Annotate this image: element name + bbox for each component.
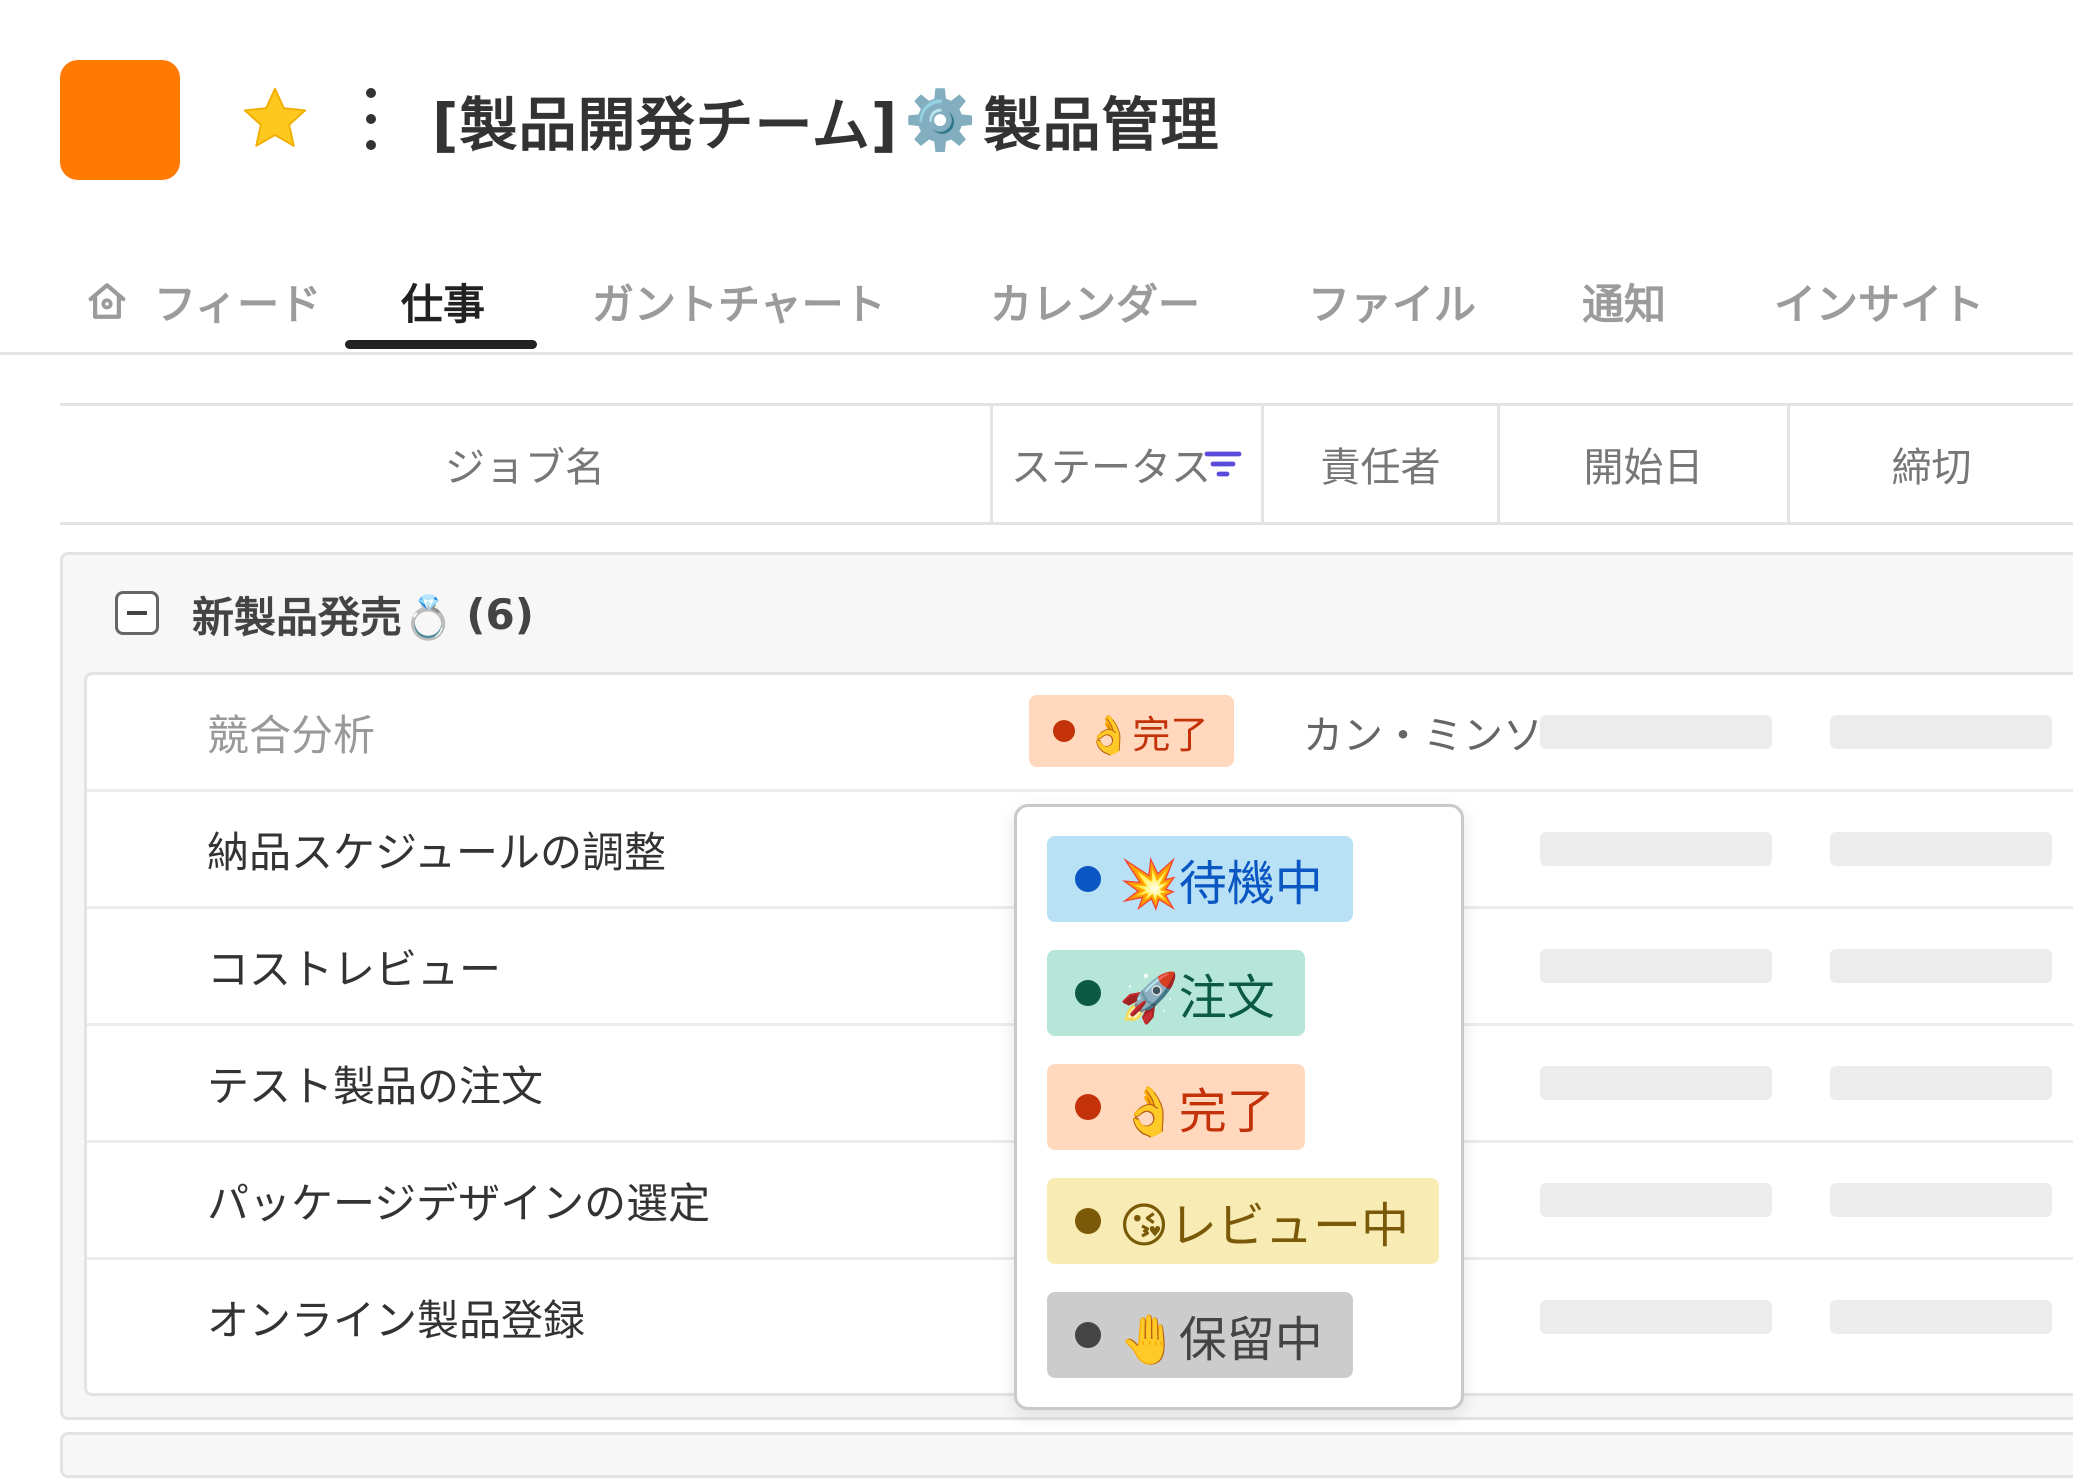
group-name: 新製品発売💍 bbox=[192, 592, 455, 642]
job-name[interactable]: 競合分析 bbox=[207, 675, 375, 789]
start-date-placeholder[interactable] bbox=[1540, 1183, 1772, 1217]
start-date-placeholder[interactable] bbox=[1540, 715, 1772, 749]
status-option-ordered[interactable]: 🚀注文 bbox=[1047, 950, 1305, 1036]
start-date-placeholder[interactable] bbox=[1540, 949, 1772, 983]
project-title-text: [製品開発チーム] bbox=[432, 91, 899, 159]
star-icon[interactable] bbox=[238, 82, 312, 156]
tab-gantt-chart[interactable]: ガントチャート bbox=[592, 250, 886, 352]
start-date-placeholder[interactable] bbox=[1540, 1066, 1772, 1100]
project-logo bbox=[60, 60, 180, 180]
table-row[interactable]: 競合分析 👌完了 カン・ミンソ bbox=[87, 675, 2073, 792]
job-name[interactable]: テスト製品の注文 bbox=[207, 1026, 543, 1140]
column-header-status-label: ステータス bbox=[1011, 445, 1211, 491]
next-task-group bbox=[60, 1432, 2073, 1478]
start-date-placeholder[interactable] bbox=[1540, 1300, 1772, 1334]
status-dot bbox=[1075, 866, 1101, 892]
status-option-on-hold[interactable]: 🤚保留中 bbox=[1047, 1292, 1353, 1378]
job-name[interactable]: オンライン製品登録 bbox=[207, 1260, 585, 1374]
home-icon bbox=[88, 283, 126, 319]
more-options-icon[interactable] bbox=[356, 88, 386, 150]
status-option-label: 💥待機中 bbox=[1119, 856, 1323, 912]
status-option-label: 😘レビュー中 bbox=[1119, 1198, 1410, 1254]
status-option-waiting[interactable]: 💥待機中 bbox=[1047, 836, 1353, 922]
due-date-placeholder[interactable] bbox=[1830, 1183, 2052, 1217]
project-title: [製品開発チーム] ⚙️ 製品管理 bbox=[432, 80, 1220, 160]
column-header-status[interactable]: ステータス bbox=[993, 406, 1261, 522]
tab-files[interactable]: ファイル bbox=[1308, 250, 1476, 352]
group-count: (6) bbox=[466, 589, 534, 639]
due-date-placeholder[interactable] bbox=[1830, 1066, 2052, 1100]
column-header-assignee[interactable]: 責任者 bbox=[1264, 406, 1497, 522]
tab-bar: フィード 仕事 ガントチャート カレンダー ファイル 通知 インサイト bbox=[0, 250, 2073, 355]
column-header-job-name[interactable]: ジョブ名 bbox=[60, 406, 990, 522]
due-date-placeholder[interactable] bbox=[1830, 949, 2052, 983]
status-badge[interactable]: 👌完了 bbox=[1029, 695, 1235, 767]
due-date-placeholder[interactable] bbox=[1830, 1300, 2052, 1334]
tab-work[interactable]: 仕事 bbox=[401, 250, 485, 352]
status-dot bbox=[1053, 720, 1075, 742]
status-option-in-review[interactable]: 😘レビュー中 bbox=[1047, 1178, 1440, 1264]
group-title[interactable]: 新製品発売💍 (6) bbox=[192, 582, 534, 646]
due-date-placeholder[interactable] bbox=[1830, 715, 2052, 749]
status-option-label: 🚀注文 bbox=[1119, 970, 1275, 1026]
collapse-group-button[interactable] bbox=[115, 591, 159, 635]
column-header-start-date[interactable]: 開始日 bbox=[1500, 406, 1787, 522]
status-dot bbox=[1075, 1094, 1101, 1120]
active-tab-indicator bbox=[345, 340, 537, 349]
tab-insights[interactable]: インサイト bbox=[1774, 250, 1984, 352]
gear-icon: ⚙️ bbox=[904, 85, 978, 154]
job-name[interactable]: パッケージデザインの選定 bbox=[207, 1143, 710, 1257]
status-dot bbox=[1075, 1208, 1101, 1234]
tab-calendar[interactable]: カレンダー bbox=[990, 250, 1200, 352]
job-name[interactable]: コストレビュー bbox=[207, 909, 501, 1023]
status-dot bbox=[1075, 1322, 1101, 1348]
tab-notifications[interactable]: 通知 bbox=[1582, 250, 1666, 352]
status-option-label: 👌完了 bbox=[1119, 1084, 1275, 1140]
status-dot bbox=[1075, 980, 1101, 1006]
tab-feed[interactable]: フィード bbox=[84, 250, 321, 352]
start-date-placeholder[interactable] bbox=[1540, 832, 1772, 866]
status-label: 👌完了 bbox=[1085, 712, 1209, 757]
status-option-done[interactable]: 👌完了 bbox=[1047, 1064, 1305, 1150]
tab-feed-label: フィード bbox=[154, 279, 322, 329]
column-header-due-date[interactable]: 締切 bbox=[1790, 406, 2073, 522]
table-header: ジョブ名 ステータス 責任者 開始日 締切 bbox=[60, 403, 2073, 525]
due-date-placeholder[interactable] bbox=[1830, 832, 2052, 866]
job-name[interactable]: 納品スケジュールの調整 bbox=[207, 792, 666, 906]
filter-icon[interactable] bbox=[1203, 449, 1243, 479]
minus-icon bbox=[127, 611, 147, 615]
project-title-suffix: 製品管理 bbox=[983, 91, 1220, 159]
status-option-label: 🤚保留中 bbox=[1119, 1312, 1323, 1368]
